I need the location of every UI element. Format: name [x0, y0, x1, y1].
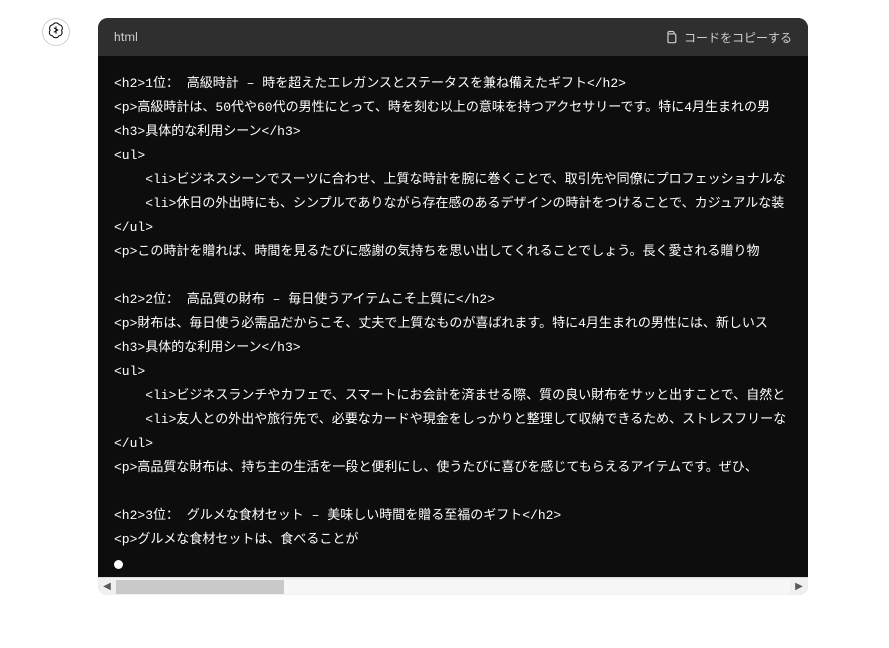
scroll-left-arrow-icon[interactable]: ◀: [98, 578, 116, 596]
code-block-header: html コードをコピーする: [98, 18, 808, 56]
openai-logo-icon: [47, 21, 65, 43]
typing-cursor-icon: [114, 560, 123, 569]
clipboard-icon: [664, 30, 678, 44]
copy-code-button[interactable]: コードをコピーする: [664, 29, 792, 46]
horizontal-scrollbar[interactable]: ◀ ▶: [98, 577, 808, 595]
code-block: html コードをコピーする <h2>1位： 高級時計 – 時を超えたエレガンス…: [98, 18, 808, 595]
assistant-avatar: [42, 18, 70, 46]
scrollbar-thumb[interactable]: [116, 580, 284, 594]
copy-code-label: コードをコピーする: [684, 29, 792, 46]
code-body: <h2>1位： 高級時計 – 時を超えたエレガンスとステータスを兼ね備えたギフト…: [98, 56, 808, 577]
scroll-right-arrow-icon[interactable]: ▶: [790, 578, 808, 596]
code-content[interactable]: <h2>1位： 高級時計 – 時を超えたエレガンスとステータスを兼ね備えたギフト…: [98, 72, 808, 552]
scrollbar-track[interactable]: [116, 580, 790, 594]
code-language-label: html: [114, 30, 138, 44]
